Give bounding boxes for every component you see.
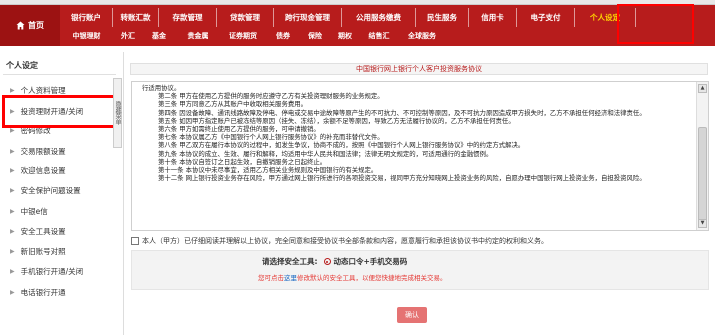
agree-row: 本人（甲方）已仔细阅读并理解以上协议，完全同意和接受协议书全部条款和内容，愿意履… (131, 236, 548, 246)
agreement-line: 第十二条 网上银行投资业务存在风险，甲方通过网上银行所进行的各项投资交易，视同甲… (158, 174, 646, 183)
home-button[interactable]: 首页 (0, 5, 60, 46)
security-note-prefix: 您可点击 (258, 274, 284, 282)
highlight-box-personal-settings (617, 4, 694, 44)
security-change-link[interactable]: 这里 (284, 274, 297, 282)
nav-item-1[interactable]: 银行账户 (60, 8, 113, 27)
agreement-scrollbar[interactable]: ▲ ▼ (696, 82, 708, 230)
nav-item-9[interactable]: 电子支付 (517, 8, 575, 27)
nav-item-8[interactable]: 信用卡 (469, 8, 517, 27)
scroll-up-icon[interactable]: ▲ (698, 84, 707, 93)
sidebar-item-4[interactable]: ▶ 交易限额设置 (10, 144, 115, 158)
agreement-line: 第四条 因设备故障、通讯线路故障及停电、停电或交易中途故障等原产生的不可抗力、不… (158, 108, 646, 117)
agree-checkbox[interactable] (131, 237, 139, 245)
nav-item-5[interactable]: 跨行现金管理 (274, 8, 342, 27)
nav-item-7[interactable]: 民生服务 (416, 8, 469, 27)
subnav-item-9[interactable]: 结售汇 (361, 27, 397, 44)
sidebar-divider (3, 74, 116, 75)
agree-text: 本人（甲方）已仔细阅读并理解以上协议，完全同意和接受协议书全部条款和内容，愿意履… (142, 237, 548, 245)
sidebar-item-label: 个人资料管理 (20, 85, 66, 95)
sidebar-item-label: 欢迎信息设置 (20, 165, 66, 175)
agreement-line: 第十条 本协议自签订之日起生效，自撤销服务之日起终止。 (158, 157, 327, 166)
chevron-right-icon: ▶ (10, 288, 15, 296)
security-title: 请选择安全工具: (262, 257, 318, 266)
subnav-item-8[interactable]: 期权 (329, 27, 361, 44)
home-label: 首页 (28, 21, 44, 30)
nav-item-3[interactable]: 存款管理 (159, 8, 217, 27)
nav-item-4[interactable]: 贷款管理 (217, 8, 274, 27)
sidebar-item-label: 手机银行开通/关闭 (20, 266, 84, 276)
nav-row-primary: 银行账户 转账汇款 存款管理 贷款管理 跨行现金管理 公用服务缴费 民生服务 信用卡 电子支付个… (60, 8, 636, 27)
chevron-right-icon: ▶ (10, 186, 15, 194)
subnav-item-2[interactable]: 外汇 (113, 27, 143, 44)
subnav-item-4[interactable]: 贵金属 (175, 27, 221, 44)
agreement-line: 第八条 甲乙双方在履行本协议的过程中，如发生争议，协商不成的，按照《中国银行个人… (158, 141, 525, 150)
security-panel (131, 250, 709, 290)
security-note: 您可点击这里修改默认的安全工具，以便您快捷地完成相关交易。 (258, 272, 447, 282)
security-note-suffix: 修改默认的安全工具，以便您快捷地完成相关交易。 (297, 274, 447, 282)
chevron-right-icon: ▶ (10, 207, 15, 215)
security-row: 请选择安全工具: 动态口令+手机交易码 (262, 256, 407, 267)
chevron-right-icon: ▶ (10, 166, 15, 174)
house-icon (16, 21, 25, 30)
subnav-item-10[interactable]: 全球服务 (397, 27, 447, 44)
subnav-item-5[interactable]: 证券期货 (221, 27, 265, 44)
sidebar-title: 个人设定 (6, 61, 38, 70)
sidebar-item-7[interactable]: ▶ 中银e信 (10, 204, 115, 218)
sidebar-item-label: 新旧账号对照 (20, 246, 66, 256)
sidebar-collapse-toggle[interactable]: 隐藏菜单 (113, 78, 122, 148)
app-window: 首页 银行账户 转账汇款 存款管理 贷款管理 跨行现金管理 公用服务缴费 民生服务 信用卡 电子… (0, 0, 715, 335)
subnav-item-6[interactable]: 债券 (265, 27, 301, 44)
chevron-right-icon: ▶ (10, 247, 15, 255)
chevron-right-icon: ▶ (10, 227, 15, 235)
chevron-right-icon: ▶ (10, 86, 15, 94)
confirm-button[interactable]: 确认 (397, 307, 427, 323)
subnav-item-3[interactable]: 基金 (143, 27, 175, 44)
agreement-line: 第五条 如因甲方指定账户已被冻结等原因（挂失、冻结），余额不足等原因，导致乙方无… (158, 116, 515, 125)
agreement-line: 第十一条 本协议中未尽事宜，适用乙方相关业务规则及中国银行的有关规定。 (158, 166, 378, 175)
sidebar-item-label: 安全保护问题设置 (20, 185, 81, 195)
agreement-title: 中国银行网上银行个人客户投资服务协议 (130, 63, 708, 75)
sidebar-item-9[interactable]: ▶ 新旧账号对照 (10, 244, 115, 258)
sidebar-item-label: 交易限额设置 (20, 146, 66, 156)
agreement-box[interactable]: 行适用协议。 第二条 甲方在使用乙方提供的服务时应遵守乙方有关投资理财服务的业务规… (131, 81, 709, 231)
security-radio[interactable] (323, 258, 331, 265)
highlight-box-selected-item (2, 95, 121, 128)
chevron-right-icon: ▶ (10, 147, 15, 155)
agreement-line: 第六条 甲方如需终止使用乙方提供的服务，可申请撤销。 (158, 125, 320, 134)
subnav-item-1[interactable]: 中银理财 (60, 27, 113, 44)
chevron-right-icon: ▶ (10, 267, 15, 275)
sidebar-item-11[interactable]: ▶ 电话银行开通 (10, 285, 115, 299)
sidebar-item-5[interactable]: ▶ 欢迎信息设置 (10, 163, 115, 177)
sidebar-item-label: 电话银行开通 (20, 287, 66, 297)
sidebar-item-8[interactable]: ▶ 安全工具设置 (10, 224, 115, 238)
sidebar-separator (123, 52, 124, 335)
agreement-line: 行适用协议。 (142, 84, 181, 92)
scroll-down-icon[interactable]: ▼ (698, 219, 707, 228)
scroll-thumb[interactable] (698, 127, 707, 227)
nav-item-2[interactable]: 转账汇款 (113, 8, 159, 27)
nav-item-6[interactable]: 公用服务缴费 (342, 8, 416, 27)
agreement-line: 第三条 甲方同意乙方从其账户中收取相关服务费用。 (158, 100, 308, 109)
agreement-text: 行适用协议。 第二条 甲方在使用乙方提供的服务时应遵守乙方有关投资理财服务的业务规… (142, 84, 694, 182)
nav-row-secondary: 中银理财 外汇 基金 贵金属 证券期货 债券 保险 期权 结售汇 全球服务 (60, 27, 447, 44)
subnav-item-7[interactable]: 保险 (301, 27, 329, 44)
sidebar-item-10[interactable]: ▶ 手机银行开通/关闭 (10, 264, 115, 278)
agreement-line: 第九条 本协议的成立、生效、履行和解释，均适用中华人民共和国法律；法律无明文规定… (158, 149, 493, 158)
sidebar-item-label: 安全工具设置 (20, 226, 66, 236)
security-option-label: 动态口令+手机交易码 (333, 257, 408, 266)
sidebar-item-label: 中银e信 (20, 206, 48, 216)
sidebar-item-6[interactable]: ▶ 安全保护问题设置 (10, 183, 115, 197)
top-nav: 首页 银行账户 转账汇款 存款管理 贷款管理 跨行现金管理 公用服务缴费 民生服务 信用卡 电子… (0, 5, 715, 46)
